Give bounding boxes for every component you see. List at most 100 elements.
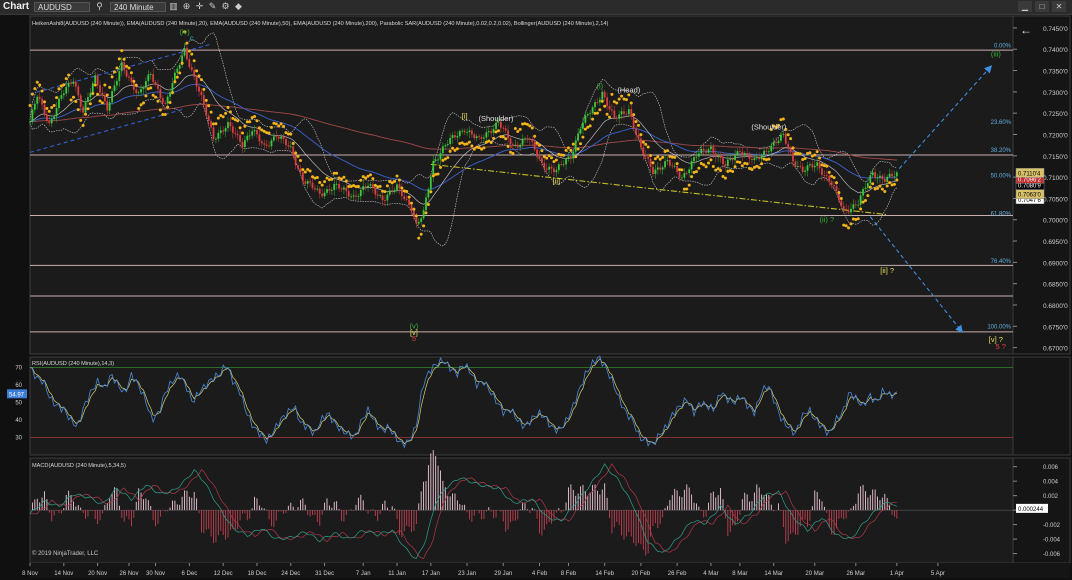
- time-tick-label: 26 Feb: [668, 571, 687, 577]
- candle-body: [777, 140, 780, 143]
- candle-body: [396, 184, 398, 190]
- parabolic-sar-dot: [296, 154, 300, 158]
- wave-label: 5 ?: [995, 342, 1005, 351]
- candle-body: [420, 218, 423, 222]
- candle-body: [681, 177, 683, 179]
- parabolic-sar-dot: [878, 184, 882, 188]
- candle-body: [881, 175, 884, 180]
- candle-body: [475, 136, 478, 139]
- parabolic-sar-dot: [600, 99, 604, 103]
- parabolic-sar-dot: [267, 131, 271, 135]
- parabolic-sar-dot: [641, 140, 645, 144]
- parabolic-sar-dot: [786, 133, 790, 137]
- parabolic-sar-dot: [629, 101, 633, 105]
- candle-body: [265, 144, 268, 146]
- candle-body: [864, 187, 867, 190]
- wave-label: (iv): [179, 27, 190, 36]
- candle-body: [512, 144, 514, 146]
- parabolic-sar-dot: [98, 99, 102, 103]
- parabolic-sar-dot: [173, 80, 177, 84]
- candle-body: [811, 164, 814, 168]
- candle-body: [656, 167, 659, 170]
- candle-body: [784, 133, 787, 144]
- candle-body: [531, 139, 534, 142]
- candle-body: [159, 88, 162, 99]
- candle-body: [502, 127, 505, 129]
- candle-body: [400, 188, 403, 197]
- candle-body: [516, 144, 519, 148]
- macd-tick-label: 0.002: [1043, 494, 1059, 500]
- parabolic-sar-dot: [417, 236, 421, 240]
- candle-body: [712, 146, 715, 154]
- candle-body: [205, 104, 208, 116]
- parabolic-sar-dot: [274, 122, 278, 126]
- candle-body: [410, 205, 413, 211]
- parabolic-sar-dot: [883, 190, 887, 194]
- parabolic-sar-dot: [139, 103, 143, 107]
- candle-body: [866, 183, 869, 188]
- parabolic-sar-dot: [750, 167, 754, 171]
- parabolic-sar-dot: [545, 156, 549, 160]
- candle-body: [96, 75, 99, 86]
- candle-body: [606, 97, 608, 106]
- parabolic-sar-dot: [356, 184, 360, 188]
- rsi-tick-label: 40: [15, 418, 22, 424]
- parabolic-sar-dot: [673, 155, 677, 159]
- rsi-title: RSI(AUDUSD (240 Minute),14,3): [32, 361, 114, 367]
- candle-body: [125, 70, 128, 77]
- candle-body: [413, 210, 415, 218]
- candle-body: [357, 196, 360, 197]
- parabolic-sar-dot: [757, 166, 761, 170]
- candle-body: [103, 95, 106, 102]
- parabolic-sar-dot: [675, 162, 679, 166]
- candle-body: [857, 204, 860, 206]
- candle-body: [316, 188, 319, 190]
- candle-body: [215, 138, 217, 140]
- candle-body: [780, 134, 782, 141]
- candle-body: [369, 184, 372, 186]
- parabolic-sar-dot: [562, 153, 566, 157]
- candle-body: [41, 99, 43, 105]
- parabolic-sar-dot: [385, 184, 389, 188]
- parabolic-sar-dot: [856, 217, 860, 221]
- candle-body: [154, 81, 157, 85]
- parabolic-sar-dot: [885, 184, 889, 188]
- parabolic-sar-dot: [397, 178, 401, 182]
- candle-body: [432, 161, 435, 177]
- candle-body: [804, 170, 806, 172]
- price-tick-label: 0.6950'0: [1043, 239, 1068, 246]
- candle-body: [33, 103, 36, 110]
- candle-body: [731, 159, 734, 161]
- price-tick-label: 0.6700'0: [1043, 346, 1068, 353]
- parabolic-sar-dot: [649, 153, 653, 157]
- time-tick-label: 30 Nov: [146, 571, 165, 577]
- candle-body: [801, 166, 804, 172]
- candle-body: [236, 133, 239, 136]
- candle-body: [734, 155, 736, 161]
- candle-body: [818, 162, 821, 169]
- candle-body: [480, 136, 483, 139]
- candle-body: [374, 187, 377, 195]
- candle-body: [217, 133, 220, 139]
- parabolic-sar-dot: [226, 105, 230, 109]
- candle-body: [451, 135, 454, 138]
- parabolic-sar-dot: [277, 124, 281, 128]
- candle-body: [210, 121, 212, 128]
- parabolic-sar-dot: [644, 142, 648, 146]
- parabolic-sar-dot: [28, 104, 32, 108]
- candle-body: [178, 64, 181, 69]
- candle-body: [212, 127, 215, 140]
- parabolic-sar-dot: [632, 113, 636, 117]
- parabolic-sar-dot: [574, 155, 578, 159]
- price-flag-label: 0.7096'2: [1018, 177, 1041, 183]
- back-arrow-icon[interactable]: ←: [1020, 23, 1032, 37]
- parabolic-sar-dot: [414, 214, 418, 218]
- candle-body: [132, 81, 135, 90]
- fib-level-label: 23.60%: [991, 120, 1012, 126]
- parabolic-sar-dot: [202, 87, 206, 91]
- parabolic-sar-dot: [694, 170, 698, 174]
- parabolic-sar-dot: [537, 143, 541, 147]
- chart-area[interactable]: 0.7450'0 0.7400'0 0.7350'0 0.7300'0 0.7250'0…: [0, 0, 1072, 580]
- candle-body: [224, 128, 227, 132]
- candle-body: [227, 122, 229, 129]
